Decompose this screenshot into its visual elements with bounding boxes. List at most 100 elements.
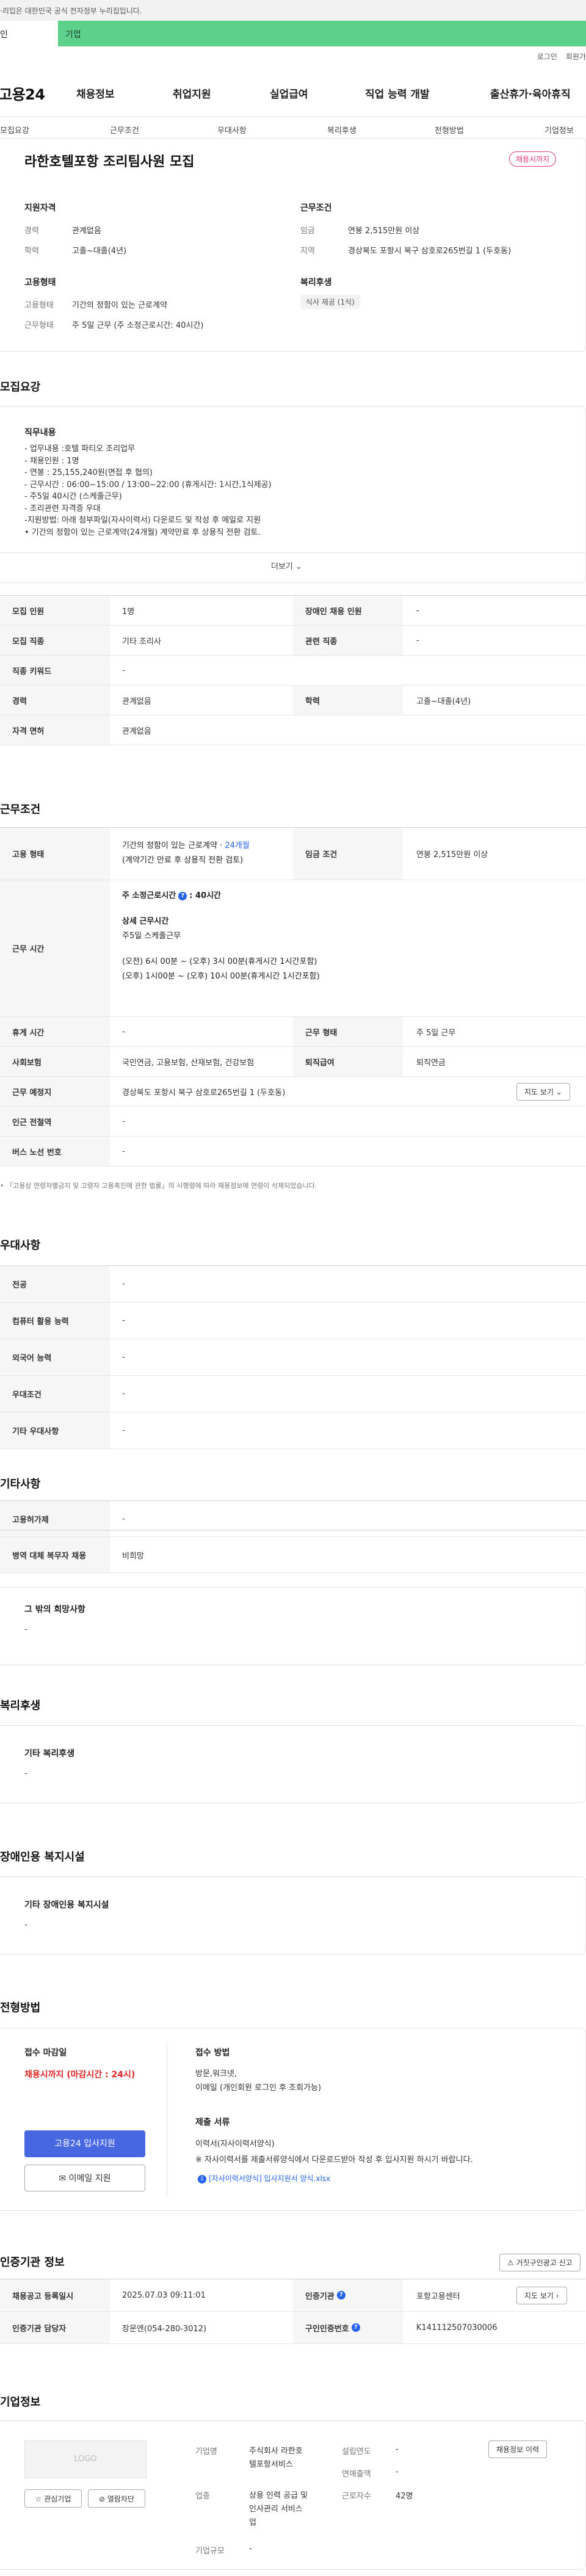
row-header: 모집 인원 (0, 596, 110, 625)
disabled-section-title: 장애인용 복지시설 (0, 1851, 85, 1864)
desc-line: • 기간의 정함이 있는 근로계약(24개월) 계약만료 후 상용직 전환 검토… (24, 527, 261, 537)
site-logo[interactable]: 고용24 (0, 82, 45, 104)
conditions-heading: 근무조건 (300, 203, 332, 213)
table-row: 외국어 능력 - (0, 1339, 586, 1376)
apply-button[interactable]: 고용24 입사지원 (24, 2130, 145, 2157)
row-header: 사회보험 (0, 1047, 110, 1076)
subtab-welfare[interactable]: 복리후생 (327, 124, 356, 136)
region-label: 지역 (300, 247, 315, 256)
work-hours-cell: 주 소정근로시간?: 40시간 상세 근무시간 주5일 스케줄근무 (오전) 6… (122, 889, 320, 984)
row-header: 관련 직종 (293, 626, 403, 655)
subtab-company[interactable]: 기업정보 (544, 124, 574, 136)
gnb-job-training[interactable]: 직업 능력 개발 (365, 85, 430, 101)
founded-label: 설립연도 (342, 2447, 371, 2456)
table-row: 인증기관 담당자 장문엔(054-280-3012) 구인인증번호? K1411… (0, 2312, 586, 2344)
table-row: 고용 형태 기간의 정함이 있는 근로계약 · 24개월 (계약기간 만료 후 … (0, 828, 586, 880)
row-value: - (416, 635, 419, 645)
email-apply-button[interactable]: ✉ 이메일 지원 (24, 2165, 145, 2191)
contract-months: 24개월 (225, 841, 250, 850)
qualification-heading: 지원자격 (24, 203, 56, 213)
row-value: 기타 조리사 (122, 637, 161, 646)
career-label: 경력 (24, 226, 39, 236)
subtab-preferences[interactable]: 우대사항 (217, 124, 247, 136)
table-row: 휴게 시간 - 근무 형태 주 5일 근무 (0, 1017, 586, 1047)
interest-company-button[interactable]: ☆ 관심기업 (24, 2489, 82, 2508)
row-value: - (122, 1514, 125, 1524)
row-value: - (122, 1279, 125, 1289)
industry-value: 상용 인력 공급 및 인사관리 서비스 업 (249, 2489, 308, 2530)
employees-value: 42명 (396, 2492, 413, 2501)
disabled-box-heading: 기타 장애인용 복지시설 (24, 1900, 109, 1910)
subtab-recruit[interactable]: 모집요강 (0, 124, 29, 136)
info-icon[interactable]: ? (178, 891, 187, 900)
job-description-lines: - 업무내용 :호텔 파티오 조리업무 - 채용인원 : 1명 - 연봉 : 2… (24, 443, 272, 538)
info-icon[interactable]: ? (336, 2291, 345, 2299)
gnb-maternity-leave[interactable]: 출산휴가·육아휴직 (490, 85, 571, 101)
row-header: 우대조건 (0, 1376, 110, 1412)
row-value: 관계없음 (122, 726, 151, 736)
block-view-button[interactable]: ⊘ 열람차단 (88, 2489, 145, 2508)
map-view-button[interactable]: 지도 보기 ⌄ (516, 1083, 570, 1101)
row-header: 전공 (0, 1266, 110, 1302)
employees-label: 근로자수 (342, 2492, 371, 2501)
tab-company[interactable]: 기업 (58, 21, 586, 46)
tab-personal-label: 인 (0, 30, 8, 40)
table-row: 자격 면허 관계없음 (0, 715, 586, 745)
util-links: 로그인 회원가 (529, 51, 586, 62)
report-fake-ad-button[interactable]: ⚠ 거짓구인광고 신고 (499, 2254, 581, 2271)
gov-banner: ·리입은 대한민국 공식 전자정부 누리집입니다. (0, 0, 586, 21)
job-history-button[interactable]: 채용정보 이력 (488, 2440, 548, 2458)
row-value: 장문엔(054-280-3012) (122, 2324, 207, 2334)
selection-section-title: 전형방법 (0, 2002, 41, 2014)
row-value: - (122, 1389, 125, 1398)
employment-type-cell: 기간의 정함이 있는 근로계약 · 24개월 (계약기간 만료 후 상용직 전환… (122, 839, 250, 868)
subtab-work-conditions[interactable]: 근무조건 (110, 124, 139, 136)
detail-hours-heading: 상세 근무시간 (122, 917, 169, 926)
table-row: 버스 노선 번호 - (0, 1137, 586, 1167)
info-icon[interactable]: ? (351, 2323, 360, 2332)
detail-hours-line: 주5일 스케줄근무 (122, 932, 181, 941)
education-label: 학력 (24, 247, 39, 256)
certify-map-button[interactable]: 지도 보기 › (516, 2287, 567, 2304)
row-header: 휴게 시간 (0, 1017, 110, 1046)
career-value: 관계없음 (72, 226, 101, 236)
deadline-value: 채용시까지 (마감시간 : 24시) (24, 2070, 136, 2080)
gnb-job-info[interactable]: 채용정보 (76, 85, 115, 101)
industry-line: 상용 인력 공급 및 (249, 2491, 308, 2500)
work-type-value: 주 5일 근무 (주 소정근로시간: 40시간) (72, 321, 204, 330)
desc-line: - 조리관련 자격증 우대 (24, 504, 101, 513)
row-header: 근무 형태 (293, 1017, 403, 1046)
login-link[interactable]: 로그인 (537, 52, 557, 61)
row-header-text: 인증기관 (305, 2292, 335, 2301)
welfare-pill: 식사 제공 (1식) (300, 295, 360, 309)
more-button[interactable]: 더보기 ⌄ (271, 560, 302, 571)
table-row: 병역 대체 복무자 채용 비희망 (0, 1537, 586, 1573)
desc-line: - 연봉 : 25,155,240원(면접 후 협의) (24, 468, 153, 477)
gnb-unemployment-benefit[interactable]: 실업급여 (270, 85, 308, 101)
work-type-label: 근무형태 (24, 321, 54, 330)
gnb-employment-support[interactable]: 취업지원 (173, 85, 211, 101)
table-row: 직종 키워드 - (0, 656, 586, 686)
method-heading: 접수 방법 (195, 2048, 230, 2058)
table-row: 인근 전철역 - (0, 1107, 586, 1137)
row-value: - (122, 1353, 125, 1362)
table-row: 근무 시간 주 소정근로시간?: 40시간 상세 근무시간 주5일 스케줄근무 … (0, 880, 586, 1017)
row-value: - (416, 606, 419, 615)
gov-banner-text: ·리입은 대한민국 공식 전자정부 누리집입니다. (0, 7, 142, 15)
desc-divider (0, 552, 586, 553)
age-notice: • 「고용상 연령차별금지 및 고령자 고용촉진에 관한 법률」의 시행령에 따… (0, 1182, 317, 1190)
company-name-label: 기업명 (195, 2447, 217, 2456)
tab-personal[interactable]: 인 (0, 21, 58, 46)
attachment-link[interactable]: ⇩ [자사이력서양식] 입사지원서 양식.xlsx (195, 2173, 330, 2183)
row-header: 장애인 채용 인원 (293, 596, 403, 625)
subtab-selection[interactable]: 전형방법 (435, 124, 464, 136)
row-header: 컴퓨터 활용 능력 (0, 1303, 110, 1339)
row-value: 연봉 2,515만원 이상 (416, 850, 488, 859)
welfare-box-value: - (24, 1769, 27, 1778)
company-size-label: 기업규모 (195, 2547, 225, 2556)
join-link[interactable]: 회원가 (566, 52, 586, 61)
row-header: 근무 예정지 (0, 1077, 110, 1106)
company-name-line: 주식회사 라한호 (249, 2447, 303, 2456)
row-value: 관계없음 (122, 696, 151, 706)
table-row: 컴퓨터 활용 능력 - (0, 1303, 586, 1339)
